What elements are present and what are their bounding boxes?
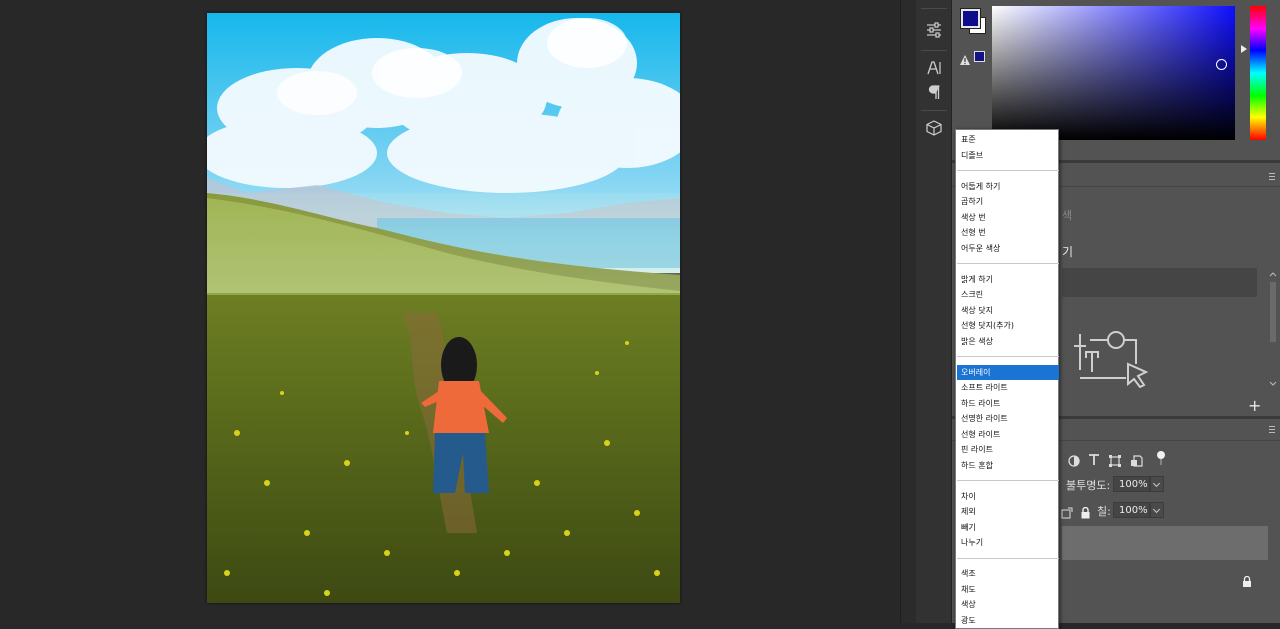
document-image[interactable] [207,13,680,603]
foreground-color-swatch[interactable] [961,9,980,28]
blend-mode-option[interactable]: 색상 닷지 [957,303,1059,318]
blend-mode-option[interactable]: 선형 번 [957,225,1059,240]
hue-slider[interactable] [1250,6,1266,140]
blend-mode-option[interactable]: 소프트 라이트 [957,380,1059,395]
blend-mode-option[interactable]: 나누기 [957,535,1059,550]
menu-separator [957,263,1059,264]
layer-row[interactable] [1062,526,1268,560]
panel-divider[interactable] [900,0,917,623]
paragraph-icon[interactable] [919,80,949,106]
gamut-warning-icon[interactable] [960,50,970,65]
3d-cube-icon[interactable] [919,116,949,142]
blend-mode-option[interactable]: 하드 라이트 [957,396,1059,411]
layers-panel-menu-icon[interactable] [1269,426,1275,433]
character-icon[interactable] [919,56,949,82]
menu-separator [957,356,1059,357]
color-picker-handle[interactable] [1216,59,1227,70]
panel-menu-icon[interactable] [1269,173,1275,180]
blend-mode-option[interactable]: 선형 닷지(추가) [957,318,1059,333]
panel-scrollbar[interactable] [1268,270,1278,388]
blend-mode-option[interactable]: 빼기 [957,520,1059,535]
blend-mode-option[interactable]: 색조 [957,566,1059,581]
opacity-dropdown-button[interactable] [1150,476,1164,492]
blend-mode-option[interactable]: 색상 [957,597,1059,612]
shape-filter-icon[interactable] [1109,452,1121,471]
blend-mode-option[interactable]: 곱하기 [957,194,1059,209]
smart-object-filter-icon[interactable] [1131,452,1143,471]
opacity-label: 불투명도: [1066,479,1111,492]
adjustments-icon[interactable] [919,18,949,44]
menu-separator [957,480,1059,481]
blend-mode-option[interactable]: 어둡게 하기 [957,179,1059,194]
hue-slider-arrow[interactable] [1241,45,1247,53]
lock-artboard-icon[interactable] [1061,504,1073,523]
fill-dropdown-button[interactable] [1150,502,1164,518]
blend-mode-option[interactable]: 선명한 라이트 [957,411,1059,426]
opacity-input[interactable]: 100% [1113,476,1150,492]
type-filter-icon[interactable] [1088,451,1100,470]
blend-mode-option[interactable]: 밝게 하기 [957,272,1059,287]
menu-separator [957,557,1059,559]
menu-separator [957,170,1059,171]
blend-mode-option[interactable]: 제외 [957,504,1059,519]
library-empty-illustration-icon [1072,330,1150,389]
blend-mode-option[interactable]: 표준 [957,132,1059,147]
panel-tab-label[interactable]: 색 [1062,207,1072,223]
lock-all-icon[interactable] [1080,504,1091,523]
blend-mode-option[interactable]: 색상 번 [957,210,1059,225]
blend-mode-option[interactable]: 디졸브 [957,148,1059,163]
blend-mode-option[interactable]: 밝은 색상 [957,334,1059,349]
filter-toggle-icon[interactable] [1156,450,1166,470]
fill-label: 칠: [1097,505,1111,518]
blend-mode-option[interactable]: 선형 라이트 [957,427,1059,442]
blend-mode-dropdown[interactable]: 표준 디졸브어둡게 하기 곱하기 색상 번 선형 번 어두운 색상밝게 하기 스크린 색상 닷… [955,129,1059,629]
blend-mode-option[interactable]: 스크린 [957,287,1059,302]
blend-mode-option[interactable]: 어두운 색상 [957,241,1059,256]
fill-input[interactable]: 100% [1113,502,1150,518]
adjustment-filter-icon[interactable] [1068,452,1080,471]
blend-mode-option[interactable]: 광도 [957,613,1059,628]
collapsed-panel-strip [916,0,952,623]
blend-mode-option[interactable]: 하드 혼합 [957,458,1059,473]
blend-mode-option[interactable]: 차이 [957,489,1059,504]
blend-mode-option[interactable]: 오버레이 [957,364,1059,380]
layer-lock-icon [1242,573,1252,592]
panel-heading: 기 [1062,245,1074,259]
library-search-input[interactable] [1062,268,1257,297]
add-button[interactable]: + [1248,396,1261,415]
blend-mode-option[interactable]: 채도 [957,582,1059,597]
blend-mode-option[interactable]: 핀 라이트 [957,442,1059,457]
color-picker-field[interactable] [992,6,1235,140]
layer-row[interactable] [1062,562,1268,596]
web-safe-color-swatch[interactable] [974,51,985,62]
